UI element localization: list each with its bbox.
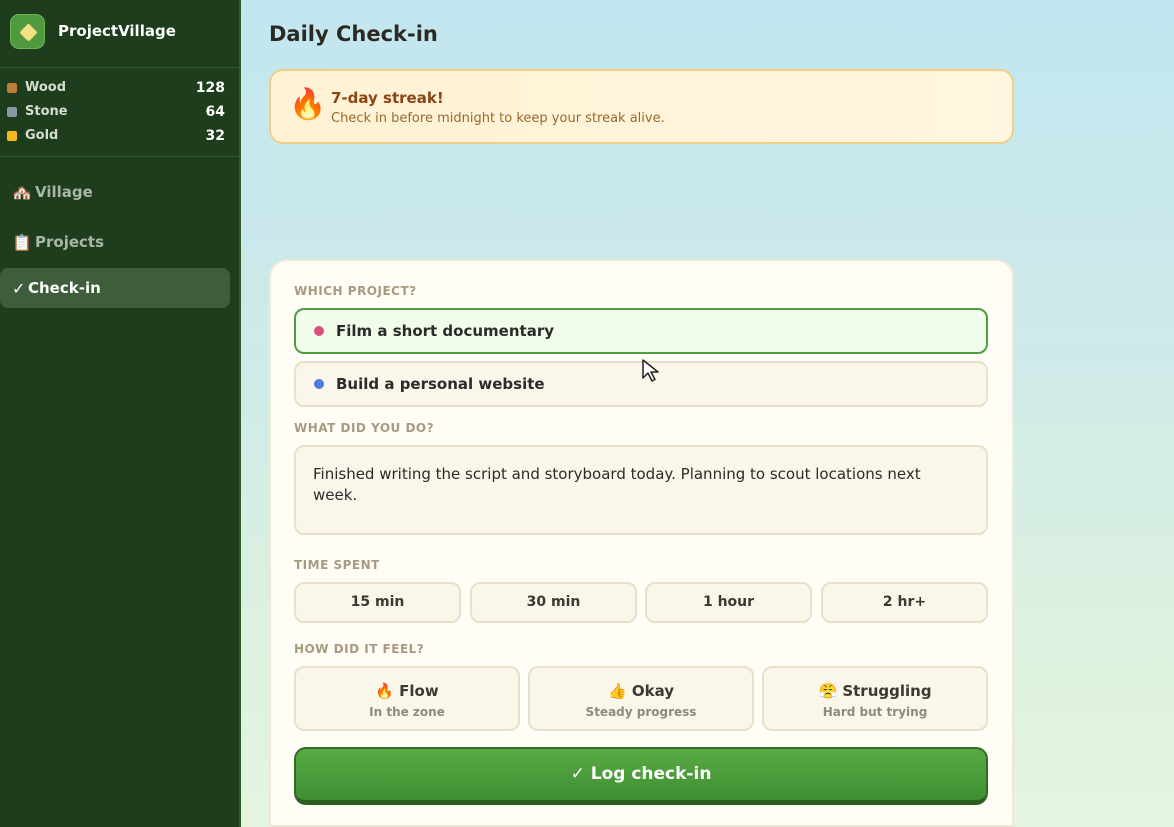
resource-name: Stone bbox=[25, 104, 68, 119]
feel-option-okay[interactable]: 👍 Okay Steady progress bbox=[528, 666, 754, 731]
stone-swatch-icon bbox=[7, 107, 17, 117]
resource-name: Gold bbox=[25, 128, 59, 143]
divider bbox=[0, 156, 239, 157]
log-check-in-button[interactable]: ✓ Log check-in bbox=[294, 747, 988, 805]
time-option-1-hour[interactable]: 1 hour bbox=[645, 582, 812, 623]
notes-label: WHAT DID YOU DO? bbox=[294, 421, 435, 435]
wood-swatch-icon bbox=[7, 83, 17, 93]
feel-option-subtitle: Steady progress bbox=[585, 705, 697, 719]
project-option-documentary[interactable]: Film a short documentary bbox=[294, 308, 988, 354]
time-label: TIME SPENT bbox=[294, 558, 380, 572]
time-option-2-hr[interactable]: 2 hr+ bbox=[821, 582, 988, 623]
streak-banner: 🔥 7-day streak! Check in before midnight… bbox=[269, 69, 1014, 144]
sidebar-item-label: Projects bbox=[35, 233, 105, 251]
notes-textarea[interactable]: Finished writing the script and storyboa… bbox=[294, 445, 988, 535]
resource-stone: Stone 64 bbox=[7, 103, 225, 121]
project-option-label: Build a personal website bbox=[336, 375, 545, 393]
resource-gold: Gold 32 bbox=[7, 127, 225, 145]
feel-option-subtitle: In the zone bbox=[369, 705, 445, 719]
mouse-cursor-icon bbox=[642, 359, 659, 382]
sidebar-item-label: Check-in bbox=[28, 279, 101, 297]
streak-subtitle: Check in before midnight to keep your st… bbox=[331, 111, 665, 126]
checkmark-icon: ✓ bbox=[12, 279, 26, 298]
brand[interactable]: ProjectVillage bbox=[10, 14, 230, 50]
feel-option-subtitle: Hard but trying bbox=[822, 705, 928, 719]
project-option-label: Film a short documentary bbox=[336, 322, 554, 340]
streak-title: 7-day streak! bbox=[331, 89, 444, 107]
project-label: WHICH PROJECT? bbox=[294, 284, 417, 298]
clipboard-icon: 📋 bbox=[12, 233, 32, 252]
feel-option-struggling[interactable]: 😤 Struggling Hard but trying bbox=[762, 666, 988, 731]
project-color-dot-icon bbox=[314, 379, 324, 389]
resource-value: 32 bbox=[205, 128, 225, 144]
page-title: Daily Check-in bbox=[269, 22, 438, 46]
feel-option-flow[interactable]: 🔥 Flow In the zone bbox=[294, 666, 520, 731]
sidebar-item-check-in[interactable]: ✓ Check-in bbox=[0, 268, 230, 308]
feel-option-title: 👍 Okay bbox=[607, 682, 675, 700]
flame-icon: 🔥 bbox=[289, 87, 327, 122]
sidebar-item-projects[interactable]: 📋 Projects bbox=[0, 222, 230, 262]
sidebar-item-village[interactable]: 🏘️ Village bbox=[0, 172, 230, 212]
resource-wood: Wood 128 bbox=[7, 79, 225, 97]
time-option-30-min[interactable]: 30 min bbox=[470, 582, 637, 623]
sidebar: ProjectVillage Wood 128 Stone 64 Gold 32… bbox=[0, 0, 241, 827]
divider bbox=[0, 67, 239, 68]
sidebar-item-label: Village bbox=[35, 183, 93, 201]
app-name: ProjectVillage bbox=[58, 22, 176, 40]
resource-value: 64 bbox=[205, 104, 225, 120]
feel-option-title: 🔥 Flow bbox=[375, 682, 439, 700]
logo-icon bbox=[10, 14, 45, 49]
project-color-dot-icon bbox=[314, 326, 324, 336]
feel-label: HOW DID IT FEEL? bbox=[294, 642, 425, 656]
village-icon: 🏘️ bbox=[12, 183, 32, 202]
resource-name: Wood bbox=[25, 80, 67, 95]
gold-swatch-icon bbox=[7, 131, 17, 141]
resource-value: 128 bbox=[195, 80, 225, 96]
feel-option-title: 😤 Struggling bbox=[818, 682, 932, 700]
time-option-15-min[interactable]: 15 min bbox=[294, 582, 461, 623]
